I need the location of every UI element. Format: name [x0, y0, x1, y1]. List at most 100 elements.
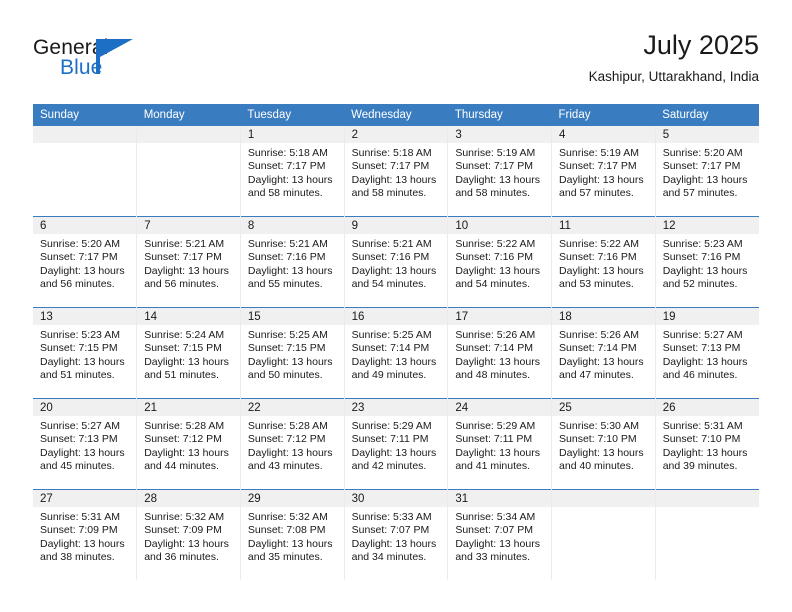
daylight-text-line1: Daylight: 13 hours	[40, 446, 125, 459]
calendar-day-cell[interactable]: 21 Sunrise: 5:28 AM Sunset: 7:12 PM Dayligh…	[136, 398, 241, 490]
calendar-day-cell[interactable]: 7 Sunrise: 5:21 AM Sunset: 7:17 PM Daylight…	[136, 216, 241, 308]
calendar-day-cell[interactable]: 30 Sunrise: 5:33 AM Sunset: 7:07 PM Dayligh…	[344, 489, 449, 580]
calendar-day-cell[interactable]: 1 Sunrise: 5:18 AM Sunset: 7:17 PM Daylight…	[240, 126, 345, 217]
daylight-text-line1: Daylight: 13 hours	[247, 264, 333, 277]
daylight-text-line2: and 57 minutes.	[662, 187, 738, 200]
calendar-day-cell[interactable]: 15 Sunrise: 5:25 AM Sunset: 7:15 PM Dayligh…	[240, 307, 345, 399]
day-number: 8	[240, 217, 344, 234]
daylight-text-line1: Daylight: 13 hours	[559, 173, 644, 186]
day-cell-details: Sunrise: 5:32 AM Sunset: 7:08 PM Daylight:…	[241, 507, 344, 565]
calendar-day-cell-empty	[655, 489, 759, 580]
day-cell-inner: 17 Sunrise: 5:26 AM Sunset: 7:14 PM Dayligh…	[448, 308, 552, 398]
day-cell-details: Sunrise: 5:33 AM Sunset: 7:07 PM Daylight:…	[345, 507, 448, 565]
day-number: 19	[655, 308, 759, 325]
calendar-day-cell[interactable]: 29 Sunrise: 5:32 AM Sunset: 7:08 PM Dayligh…	[240, 489, 345, 580]
calendar-day-cell[interactable]: 27 Sunrise: 5:31 AM Sunset: 7:09 PM Dayligh…	[33, 489, 138, 580]
calendar-day-cell[interactable]: 14 Sunrise: 5:24 AM Sunset: 7:15 PM Dayligh…	[136, 307, 241, 399]
daylight-text-line1: Daylight: 13 hours	[247, 446, 333, 459]
day-cell-details: Sunrise: 5:27 AM Sunset: 7:13 PM Daylight:…	[33, 416, 136, 474]
day-cell-details: Sunrise: 5:26 AM Sunset: 7:14 PM Daylight:…	[552, 325, 655, 383]
daylight-text-line2: and 58 minutes.	[247, 187, 323, 200]
daylight-text-line2: and 49 minutes.	[351, 369, 427, 382]
day-number: 15	[240, 308, 344, 325]
calendar-day-cell[interactable]: 12 Sunrise: 5:23 AM Sunset: 7:16 PM Dayligh…	[655, 216, 759, 308]
sunset-text: Sunset: 7:17 PM	[247, 160, 326, 173]
day-cell-inner: 26 Sunrise: 5:31 AM Sunset: 7:10 PM Dayligh…	[655, 399, 759, 489]
daylight-text-line2: and 41 minutes.	[455, 460, 531, 473]
calendar-week-row: 20 Sunrise: 5:27 AM Sunset: 7:13 PM Dayligh…	[33, 398, 759, 490]
calendar-day-cell[interactable]: 22 Sunrise: 5:28 AM Sunset: 7:12 PM Dayligh…	[240, 398, 345, 490]
daylight-text-line2: and 43 minutes.	[247, 460, 323, 473]
sunset-text: Sunset: 7:07 PM	[351, 524, 430, 537]
calendar-day-cell[interactable]: 24 Sunrise: 5:29 AM Sunset: 7:11 PM Dayligh…	[447, 398, 553, 490]
sunset-text: Sunset: 7:14 PM	[351, 342, 430, 355]
day-cell-details: Sunrise: 5:34 AM Sunset: 7:07 PM Daylight:…	[448, 507, 551, 565]
daylight-text-line2: and 56 minutes.	[40, 278, 115, 291]
day-cell-inner: 24 Sunrise: 5:29 AM Sunset: 7:11 PM Dayligh…	[448, 399, 552, 489]
calendar-day-cell[interactable]: 25 Sunrise: 5:30 AM Sunset: 7:10 PM Dayligh…	[551, 398, 656, 490]
daylight-text-line2: and 52 minutes.	[662, 278, 738, 291]
day-cell-inner: 7 Sunrise: 5:21 AM Sunset: 7:17 PM Daylight…	[137, 217, 240, 307]
day-number: 24	[448, 399, 552, 416]
calendar-day-cell[interactable]: 26 Sunrise: 5:31 AM Sunset: 7:10 PM Dayligh…	[655, 398, 759, 490]
day-cell-inner	[137, 126, 240, 216]
day-number: 10	[448, 217, 552, 234]
sunset-text: Sunset: 7:13 PM	[40, 433, 118, 446]
daylight-text-line1: Daylight: 13 hours	[559, 355, 644, 368]
calendar-day-cell[interactable]: 17 Sunrise: 5:26 AM Sunset: 7:14 PM Dayligh…	[447, 307, 553, 399]
sunrise-text: Sunrise: 5:22 AM	[455, 238, 536, 250]
calendar-day-cell[interactable]: 31 Sunrise: 5:34 AM Sunset: 7:07 PM Dayligh…	[447, 489, 553, 580]
calendar-day-cell[interactable]: 4 Sunrise: 5:19 AM Sunset: 7:17 PM Daylight…	[551, 126, 656, 217]
weekday-header-monday: Monday	[136, 104, 241, 126]
daylight-text-line1: Daylight: 13 hours	[455, 264, 540, 277]
calendar-day-cell[interactable]: 10 Sunrise: 5:22 AM Sunset: 7:16 PM Dayligh…	[447, 216, 553, 308]
calendar-day-cell[interactable]: 11 Sunrise: 5:22 AM Sunset: 7:16 PM Dayligh…	[551, 216, 656, 308]
calendar-day-cell[interactable]: 2 Sunrise: 5:18 AM Sunset: 7:17 PM Daylight…	[344, 126, 449, 217]
day-cell-details	[33, 143, 136, 147]
calendar-day-cell[interactable]: 5 Sunrise: 5:20 AM Sunset: 7:17 PM Daylight…	[655, 126, 759, 217]
calendar-day-cell[interactable]: 9 Sunrise: 5:21 AM Sunset: 7:16 PM Daylight…	[344, 216, 449, 308]
day-cell-inner: 2 Sunrise: 5:18 AM Sunset: 7:17 PM Daylight…	[344, 126, 448, 216]
calendar-day-cell[interactable]: 18 Sunrise: 5:26 AM Sunset: 7:14 PM Dayligh…	[551, 307, 656, 399]
sunrise-text: Sunrise: 5:30 AM	[559, 420, 639, 432]
daylight-text-line1: Daylight: 13 hours	[662, 446, 748, 459]
calendar-day-cell[interactable]: 28 Sunrise: 5:32 AM Sunset: 7:09 PM Dayligh…	[136, 489, 241, 580]
day-cell-details: Sunrise: 5:31 AM Sunset: 7:09 PM Daylight:…	[33, 507, 136, 565]
calendar-day-cell[interactable]: 3 Sunrise: 5:19 AM Sunset: 7:17 PM Daylight…	[447, 126, 553, 217]
sunrise-text: Sunrise: 5:18 AM	[351, 147, 432, 159]
daylight-text-line2: and 48 minutes.	[455, 369, 531, 382]
daylight-text-line2: and 42 minutes.	[351, 460, 427, 473]
daylight-text-line2: and 50 minutes.	[247, 369, 323, 382]
sunrise-text: Sunrise: 5:23 AM	[40, 329, 120, 341]
calendar-day-cell[interactable]: 19 Sunrise: 5:27 AM Sunset: 7:13 PM Dayligh…	[655, 307, 759, 399]
sunrise-text: Sunrise: 5:23 AM	[662, 238, 743, 250]
sunrise-text: Sunrise: 5:21 AM	[351, 238, 432, 250]
title-block: July 2025 Kashipur, Uttarakhand, India	[589, 28, 759, 87]
day-number: 27	[33, 490, 137, 507]
daylight-text-line1: Daylight: 13 hours	[247, 173, 333, 186]
calendar-day-cell[interactable]: 20 Sunrise: 5:27 AM Sunset: 7:13 PM Dayligh…	[33, 398, 138, 490]
day-cell-details: Sunrise: 5:22 AM Sunset: 7:16 PM Daylight:…	[552, 234, 655, 292]
sunset-text: Sunset: 7:17 PM	[144, 251, 222, 264]
day-cell-inner: 10 Sunrise: 5:22 AM Sunset: 7:16 PM Dayligh…	[448, 217, 552, 307]
day-cell-details: Sunrise: 5:23 AM Sunset: 7:15 PM Daylight:…	[33, 325, 136, 383]
calendar-day-cell[interactable]: 13 Sunrise: 5:23 AM Sunset: 7:15 PM Dayligh…	[33, 307, 138, 399]
daylight-text-line2: and 57 minutes.	[559, 187, 634, 200]
day-cell-details: Sunrise: 5:22 AM Sunset: 7:16 PM Daylight:…	[448, 234, 551, 292]
day-cell-inner: 12 Sunrise: 5:23 AM Sunset: 7:16 PM Dayligh…	[655, 217, 759, 307]
sunrise-text: Sunrise: 5:27 AM	[40, 420, 120, 432]
calendar-day-cell[interactable]: 6 Sunrise: 5:20 AM Sunset: 7:17 PM Daylight…	[33, 216, 138, 308]
sunrise-text: Sunrise: 5:20 AM	[40, 238, 120, 250]
calendar-day-cell[interactable]: 23 Sunrise: 5:29 AM Sunset: 7:11 PM Dayligh…	[344, 398, 449, 490]
day-cell-inner: 5 Sunrise: 5:20 AM Sunset: 7:17 PM Daylight…	[655, 126, 759, 216]
sunset-text: Sunset: 7:11 PM	[351, 433, 429, 446]
day-number: 30	[344, 490, 448, 507]
calendar-day-cell[interactable]: 8 Sunrise: 5:21 AM Sunset: 7:16 PM Daylight…	[240, 216, 345, 308]
day-number: 18	[552, 308, 655, 325]
day-cell-inner	[552, 490, 655, 580]
daylight-text-line2: and 58 minutes.	[455, 187, 531, 200]
day-cell-inner: 9 Sunrise: 5:21 AM Sunset: 7:16 PM Daylight…	[344, 217, 448, 307]
daylight-text-line2: and 44 minutes.	[144, 460, 219, 473]
sunrise-text: Sunrise: 5:18 AM	[247, 147, 328, 159]
calendar-day-cell[interactable]: 16 Sunrise: 5:25 AM Sunset: 7:14 PM Dayligh…	[344, 307, 449, 399]
